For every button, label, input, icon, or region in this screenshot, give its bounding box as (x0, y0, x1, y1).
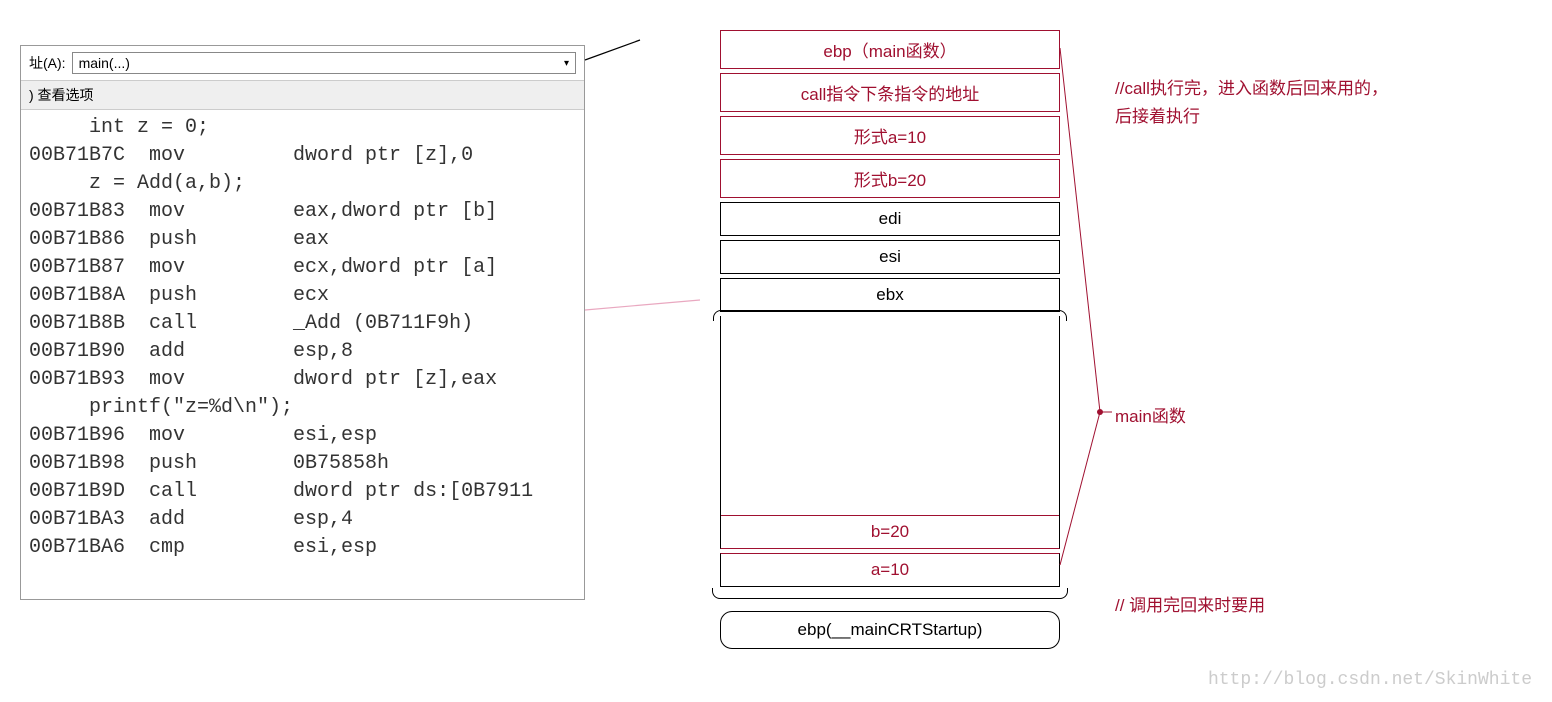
function-dropdown[interactable]: main(...) ▾ (72, 52, 576, 74)
code-panel: 址(A): main(...) ▾ ) 查看选项 int z = 0; 00B7… (20, 45, 585, 600)
stack-cell-a10: a=10 (720, 553, 1060, 587)
dropdown-value: main(...) (79, 55, 130, 71)
annotation-call-note: //call执行完，进入函数后回来用的，后接着执行 (1115, 75, 1395, 131)
view-options-label[interactable]: ) 查看选项 (21, 80, 584, 110)
stack-cell-ebx: ebx (720, 278, 1060, 312)
stack-cell-return-addr: call指令下条指令的地址 (720, 73, 1060, 112)
stack-cell-edi: edi (720, 202, 1060, 236)
stack-diagram: ebp（main函数） call指令下条指令的地址 形式a=10 形式b=20 … (720, 30, 1060, 649)
watermark: http://blog.csdn.net/SkinWhite (1208, 670, 1532, 690)
stack-cell-b20: b=20 (720, 515, 1060, 549)
disassembly-content: int z = 0; 00B71B7C mov dword ptr [z],0 … (21, 110, 584, 566)
annotation-main-label: main函数 (1115, 403, 1186, 431)
chevron-down-icon: ▾ (564, 58, 569, 69)
stack-cell-ebp-main: ebp（main函数） (720, 30, 1060, 69)
stack-cell-param-b: 形式b=20 (720, 159, 1060, 198)
stack-gap (720, 316, 1060, 516)
stack-bottom-gap (720, 591, 1060, 599)
code-header: 址(A): main(...) ▾ (21, 46, 584, 80)
stack-cell-ebp-startup: ebp(__mainCRTStartup) (720, 611, 1060, 649)
stack-cell-esi: esi (720, 240, 1060, 274)
stack-cell-param-a: 形式a=10 (720, 116, 1060, 155)
address-label: 址(A): (29, 53, 66, 73)
annotation-return-note: // 调用完回来时要用 (1115, 592, 1265, 620)
